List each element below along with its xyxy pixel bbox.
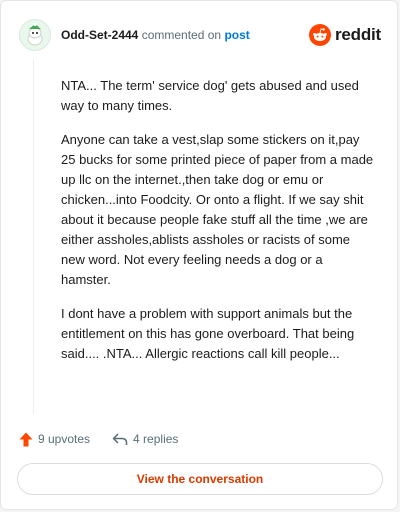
upvote-count: 9 upvotes [38, 432, 91, 446]
snoo-avatar-icon[interactable] [19, 19, 51, 51]
reddit-wordmark: reddit [334, 25, 381, 44]
reddit-logo-icon [308, 24, 331, 46]
username-link[interactable]: Odd-Set-2444 [61, 28, 138, 42]
comment-paragraph-3: I dont have a problem with support anima… [61, 306, 355, 361]
view-conversation-button[interactable]: View the conversation [17, 463, 383, 495]
comment-meta: Odd-Set-2444 commented on post [61, 28, 250, 42]
action-text: commented on [141, 28, 222, 42]
post-link[interactable]: post [224, 28, 249, 42]
upvote-button[interactable]: 9 upvotes [19, 432, 90, 447]
view-conversation-label: View the conversation [136, 472, 264, 486]
comment-card: Odd-Set-2444 commented on post reddit NT… [0, 0, 398, 510]
comment-body: NTA... The term' service dog' gets abuse… [61, 76, 376, 378]
reply-arrow-icon [112, 432, 128, 445]
reply-count: 4 replies [133, 432, 179, 446]
comment-paragraph-1: NTA... The term' service dog' gets abuse… [61, 78, 359, 113]
thread-line [33, 59, 34, 414]
comment-actions: 9 upvotes 4 replies [19, 429, 200, 449]
reddit-brand[interactable]: reddit [308, 24, 381, 46]
comment-paragraph-2: Anyone can take a vest,slap some sticker… [61, 132, 374, 287]
upvote-arrow-icon [19, 432, 33, 446]
comment-header: Odd-Set-2444 commented on post reddit [19, 19, 381, 51]
reply-button[interactable]: 4 replies [112, 432, 178, 446]
